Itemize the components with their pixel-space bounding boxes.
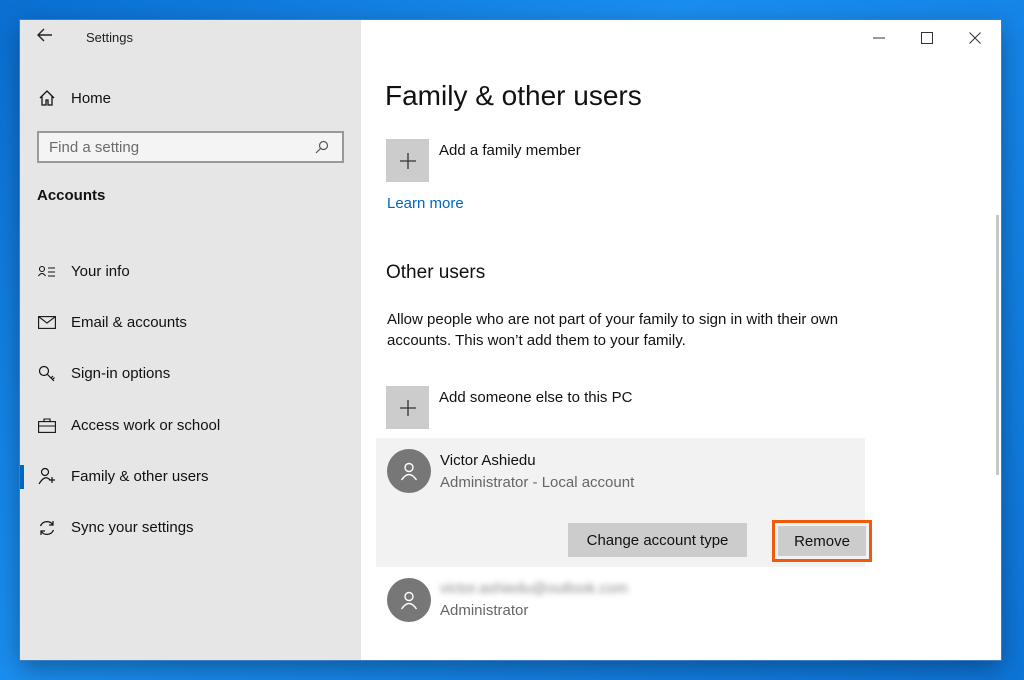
sidebar-nav: Your info Email & accounts Sign-in optio… xyxy=(20,246,361,553)
sidebar-item-label: Your info xyxy=(71,263,130,280)
sync-icon xyxy=(37,518,57,538)
minimize-button[interactable] xyxy=(859,26,899,50)
section-heading: Accounts xyxy=(37,187,105,204)
search-icon[interactable] xyxy=(312,137,332,157)
add-family-member-label: Add a family member xyxy=(439,139,581,159)
plus-icon xyxy=(386,139,429,182)
page-title: Family & other users xyxy=(385,80,642,112)
other-users-heading: Other users xyxy=(386,262,485,284)
change-account-type-button[interactable]: Change account type xyxy=(568,523,747,557)
scrollbar[interactable] xyxy=(996,215,999,475)
sidebar-item-label: Sync your settings xyxy=(71,519,194,536)
maximize-button[interactable] xyxy=(907,26,947,50)
remove-button-highlight: Remove xyxy=(772,520,872,562)
window-title: Settings xyxy=(86,30,133,45)
your-info-icon xyxy=(37,262,57,282)
sidebar-item-label: Family & other users xyxy=(71,468,209,485)
sidebar-item-label: Sign-in options xyxy=(71,365,170,382)
back-arrow-icon[interactable] xyxy=(34,28,56,48)
sidebar-item-label: Email & accounts xyxy=(71,314,187,331)
sidebar: Settings Home Accounts Your info xyxy=(20,20,361,660)
avatar xyxy=(387,449,431,493)
main-content: Family & other users Add a family member… xyxy=(361,20,1001,660)
sidebar-item-sign-in-options[interactable]: Sign-in options xyxy=(20,348,361,399)
other-users-description: Allow people who are not part of your fa… xyxy=(387,309,857,351)
add-someone-else-label: Add someone else to this PC xyxy=(439,386,632,406)
sidebar-item-sync-settings[interactable]: Sync your settings xyxy=(20,502,361,553)
family-icon xyxy=(37,466,57,486)
key-icon xyxy=(37,364,57,384)
user-role: Administrator - Local account xyxy=(440,474,634,491)
sidebar-item-access-work-school[interactable]: Access work or school xyxy=(20,400,361,451)
home-label: Home xyxy=(71,90,111,107)
search-input[interactable] xyxy=(49,139,312,156)
sidebar-item-label: Access work or school xyxy=(71,417,220,434)
remove-button[interactable]: Remove xyxy=(778,526,866,556)
home-link[interactable]: Home xyxy=(37,87,111,109)
plus-icon xyxy=(386,386,429,429)
sidebar-item-email-accounts[interactable]: Email & accounts xyxy=(20,297,361,348)
settings-window: Settings Home Accounts Your info xyxy=(20,20,1001,660)
briefcase-icon xyxy=(37,415,57,435)
close-button[interactable] xyxy=(955,26,995,50)
email-icon xyxy=(37,313,57,333)
avatar xyxy=(387,578,431,622)
add-someone-else-button[interactable]: Add someone else to this PC xyxy=(386,386,632,429)
user-card-victor-ashiedu[interactable]: Victor Ashiedu Administrator - Local acc… xyxy=(376,438,865,567)
home-icon xyxy=(37,88,57,108)
search-box[interactable] xyxy=(37,131,344,163)
user-name: victor.ashiedu@outlook.com xyxy=(440,580,628,597)
user-name: Victor Ashiedu xyxy=(440,452,536,469)
learn-more-link[interactable]: Learn more xyxy=(387,195,464,212)
add-family-member-button[interactable]: Add a family member xyxy=(386,139,581,182)
sidebar-item-your-info[interactable]: Your info xyxy=(20,246,361,297)
user-role: Administrator xyxy=(440,602,528,619)
sidebar-item-family-other-users[interactable]: Family & other users xyxy=(20,451,361,502)
